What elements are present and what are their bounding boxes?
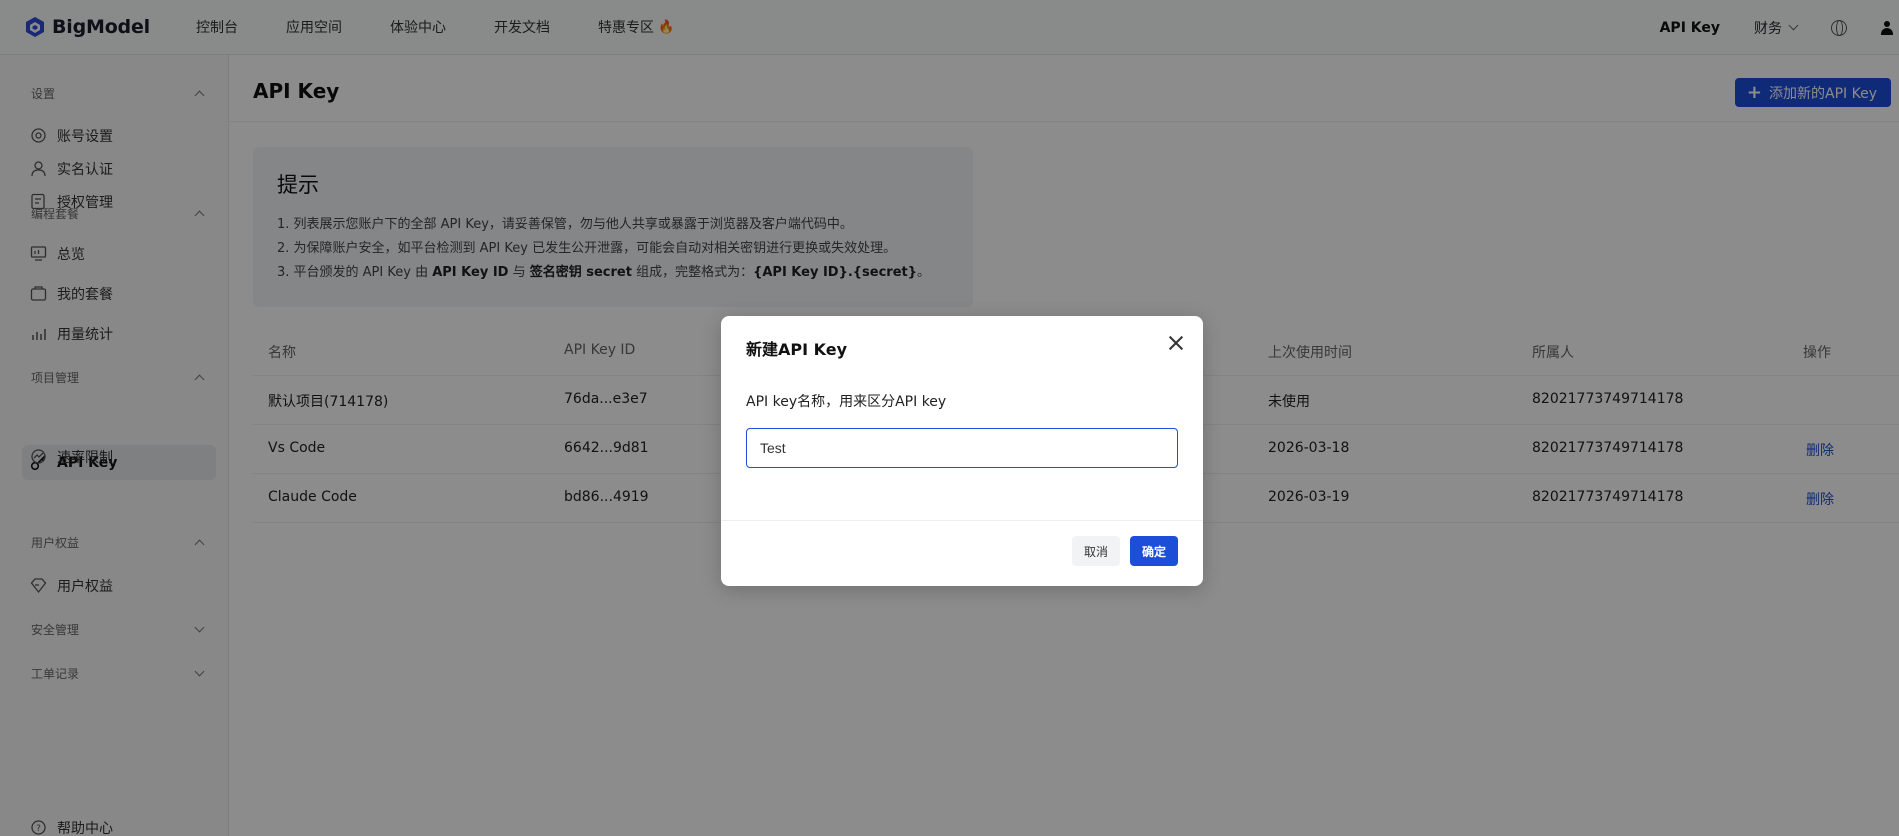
- api-key-name-label: API key名称，用来区分API key: [746, 394, 947, 410]
- new-api-key-dialog: 新建API Key API key名称，用来区分API key 取消 确定: [721, 316, 1203, 586]
- dialog-divider: [721, 520, 1203, 521]
- confirm-button[interactable]: 确定: [1130, 536, 1178, 566]
- close-icon[interactable]: [1167, 334, 1185, 352]
- api-key-name-input[interactable]: [746, 428, 1178, 468]
- dialog-title: 新建API Key: [746, 340, 848, 359]
- cancel-button[interactable]: 取消: [1072, 536, 1120, 566]
